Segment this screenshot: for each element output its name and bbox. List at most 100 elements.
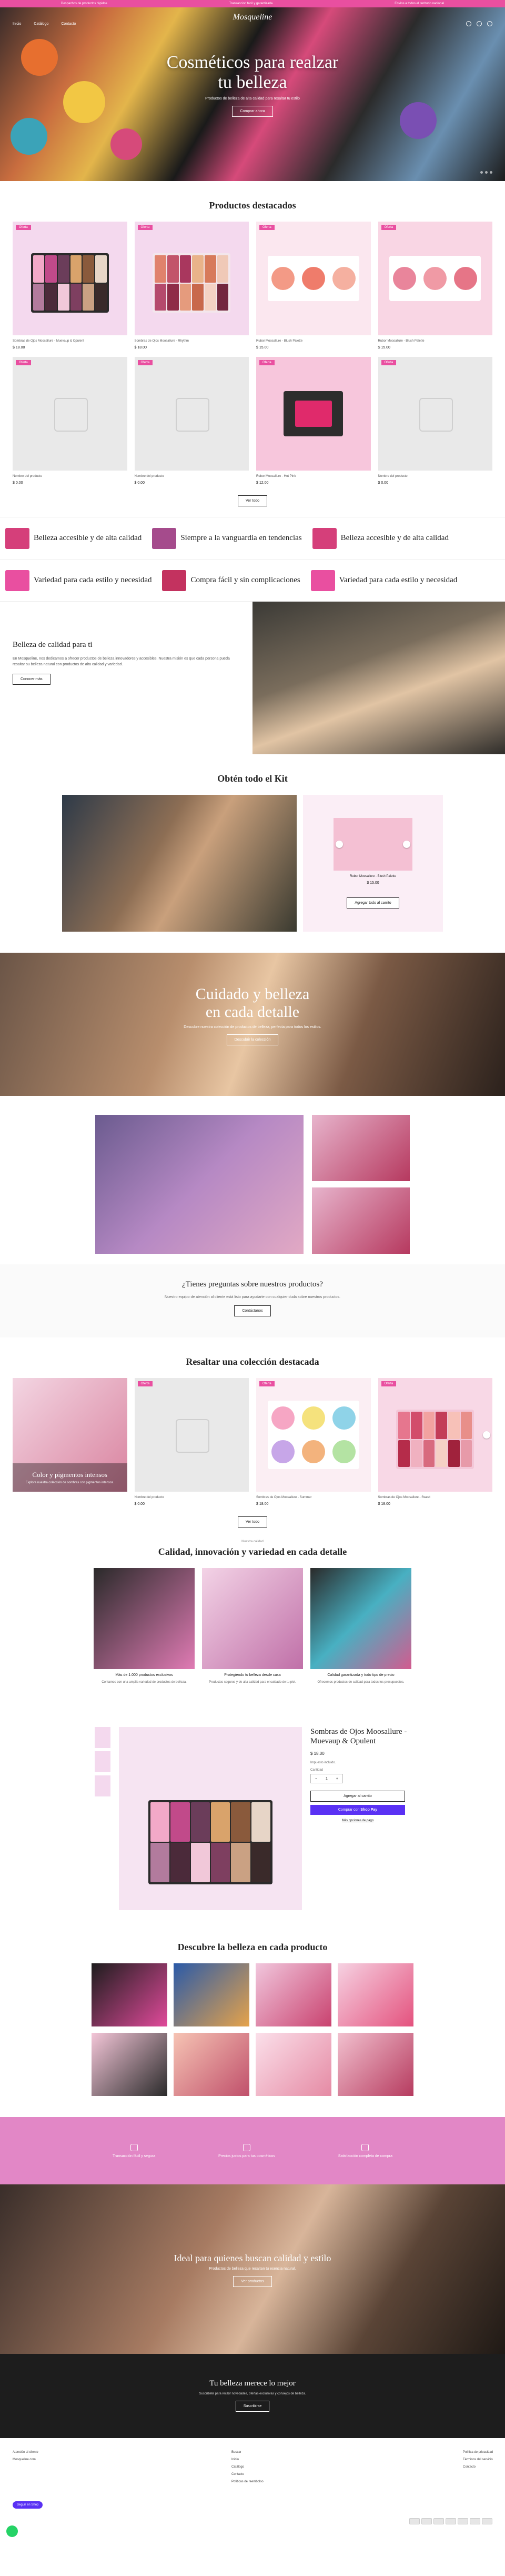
product-name[interactable]: Sombras de Ojos Moosallure - Sweet: [378, 1496, 493, 1499]
marquee-thumbnail: [5, 570, 29, 591]
product-card[interactable]: Oferta Sombras de Ojos Moosallure - Swee…: [378, 1378, 493, 1506]
sale-badge: Oferta: [16, 225, 31, 230]
product-thumbnail[interactable]: [95, 1727, 110, 1748]
product-name[interactable]: Rubor Moosallure - Blush Palette: [256, 340, 371, 343]
newsletter: Tu belleza merece lo mejor Suscríbete pa…: [0, 2354, 505, 2438]
add-to-cart-button[interactable]: Agregar al carrito: [310, 1791, 405, 1802]
site-logo[interactable]: Mosqueline: [231, 13, 274, 22]
site-footer: Atención al cliente Mosqueline.com Busca…: [0, 2438, 505, 2543]
product-name[interactable]: Nombre del producto: [135, 1496, 249, 1499]
footer-link[interactable]: Contacto: [231, 2473, 264, 2476]
minus-icon[interactable]: −: [315, 1777, 317, 1781]
palette-image: [153, 253, 231, 313]
kit-section: Obtén todo el Kit Rubor Moosallure - Blu…: [0, 754, 505, 932]
account-icon[interactable]: [477, 21, 482, 26]
model-banner: Ideal para quienes buscan calidad y esti…: [0, 2184, 505, 2354]
quality-cta-button[interactable]: Conocer más: [13, 674, 50, 685]
product-card[interactable]: Oferta Nombre del producto $ 0.00: [378, 357, 493, 485]
footer-link[interactable]: Inicio: [231, 2458, 264, 2461]
discover-section: Descubre la belleza en cada producto: [0, 1910, 505, 2096]
product-card[interactable]: Oferta Nombre del producto $ 0.00: [13, 357, 127, 485]
product-card[interactable]: Oferta Rubor Moosallure - Blush Palette …: [256, 222, 371, 350]
subscribe-button[interactable]: Suscribirse: [235, 2401, 270, 2412]
chevron-left-icon[interactable]: [336, 841, 343, 848]
palette-image: [267, 1401, 359, 1469]
product-name[interactable]: Sombras de Ojos Moosallure - Muevaup & O…: [13, 340, 127, 343]
product-name[interactable]: Nombre del producto: [378, 475, 493, 478]
product-card[interactable]: Oferta Rubor Moosallure - Hot Pink $ 12.…: [256, 357, 371, 485]
banner-cta-button[interactable]: Descubrir la colección: [226, 1034, 279, 1045]
nav-item-contacto[interactable]: Contacto: [61, 22, 76, 26]
add-kit-button[interactable]: Agregar todo al carrito: [347, 897, 399, 908]
nav-item-catalogo[interactable]: Catálogo: [34, 22, 48, 26]
marquee-thumbnail: [162, 570, 187, 591]
product-card[interactable]: Oferta Sombras de Ojos Moosallure - Summ…: [256, 1378, 371, 1506]
palette-image: [31, 253, 109, 313]
cart-icon[interactable]: [487, 21, 492, 26]
slider-dot[interactable]: [480, 171, 483, 174]
visa-icon: [409, 2518, 420, 2524]
announcement-text: Despachos de productos rápidos: [61, 2, 107, 5]
product-name[interactable]: Rubor Moosallure - Blush Palette: [378, 340, 493, 343]
sale-badge: Oferta: [16, 360, 31, 365]
slider-dot[interactable]: [485, 171, 488, 174]
gallery-image[interactable]: [256, 2033, 331, 2096]
product-name[interactable]: Rubor Moosallure - Hot Pink: [256, 475, 371, 478]
plus-icon[interactable]: +: [336, 1777, 338, 1781]
model-cta-button[interactable]: Ver productos: [233, 2276, 272, 2287]
more-payment-options-link[interactable]: Más opciones de pago: [310, 1819, 405, 1822]
footer-link[interactable]: Políticas de reembolso: [231, 2480, 264, 2483]
slider-dot[interactable]: [490, 171, 492, 174]
gallery-image[interactable]: [92, 2033, 167, 2096]
footer-heading: Atención al cliente: [13, 2451, 38, 2454]
footer-link[interactable]: Contacto: [463, 2465, 493, 2469]
gallery-image[interactable]: [174, 2033, 249, 2096]
product-thumbnail[interactable]: [95, 1751, 110, 1772]
lock-icon: [130, 2143, 138, 2151]
footer-link[interactable]: Catálogo: [231, 2465, 264, 2469]
marquee-item: Variedad para cada estilo y necesidad: [0, 570, 157, 591]
product-card[interactable]: Oferta Sombras de Ojos Moosallure - Rhyt…: [134, 222, 249, 350]
product-thumbnail[interactable]: [95, 1775, 110, 1796]
view-all-button[interactable]: Ver todo: [237, 495, 268, 506]
product-card[interactable]: Oferta Nombre del producto $ 0.00: [134, 357, 249, 485]
gallery-image[interactable]: [338, 1963, 413, 2026]
footer-link[interactable]: Política de privacidad: [463, 2451, 493, 2454]
product-name[interactable]: Sombras de Ojos Moosallure - Rhythm: [135, 340, 249, 343]
value-image: [94, 1568, 195, 1669]
applepay-icon: [458, 2518, 468, 2524]
gallery-image[interactable]: [174, 1963, 249, 2026]
gallery-image[interactable]: [256, 1963, 331, 2026]
product-name[interactable]: Nombre del producto: [135, 475, 249, 478]
feature-item: Satisfacción completa de compra: [338, 2143, 392, 2158]
mosaic-image: [312, 1115, 410, 1181]
footer-link[interactable]: Términos del servicio: [463, 2458, 493, 2461]
quantity-stepper[interactable]: − 1 +: [310, 1774, 343, 1783]
hero-cta-button[interactable]: Comprar ahora: [232, 106, 273, 117]
chevron-right-icon[interactable]: [403, 841, 410, 848]
contact-button[interactable]: Contáctanos: [234, 1305, 271, 1316]
marquee-thumbnail: [310, 570, 335, 591]
quantity-value[interactable]: 1: [326, 1777, 328, 1781]
quantity-label: Cantidad: [310, 1769, 324, 1772]
collection-view-all-button[interactable]: Ver todo: [237, 1516, 268, 1527]
sale-badge: Oferta: [137, 1381, 153, 1386]
amex-icon: [433, 2518, 444, 2524]
shop-pay-button[interactable]: Comprar con Shop Pay: [310, 1805, 405, 1815]
chevron-right-icon[interactable]: [483, 1431, 490, 1439]
nav-item-inicio[interactable]: Inicio: [13, 22, 21, 26]
kit-product-name[interactable]: Rubor Moosallure - Blush Palette: [350, 875, 396, 878]
product-name[interactable]: Sombras de Ojos Moosallure - Summer: [256, 1496, 371, 1499]
search-icon[interactable]: [466, 21, 471, 26]
gallery-image[interactable]: [92, 1963, 167, 2026]
whatsapp-icon[interactable]: [6, 2525, 18, 2537]
gallery-image[interactable]: [338, 2033, 413, 2096]
footer-link[interactable]: Buscar: [231, 2451, 264, 2454]
product-name[interactable]: Nombre del producto: [13, 475, 127, 478]
product-card[interactable]: Oferta Sombras de Ojos Moosallure - Muev…: [13, 222, 127, 350]
product-card[interactable]: Oferta Rubor Moosallure - Blush Palette …: [378, 222, 493, 350]
collection-feature-card[interactable]: Color y pigmentos intensos Explora nuest…: [13, 1378, 127, 1506]
bag-icon: [361, 2143, 369, 2151]
follow-shop-button[interactable]: Seguir en Shop: [13, 2501, 43, 2509]
product-card[interactable]: Oferta Nombre del producto $ 0.00: [134, 1378, 249, 1506]
